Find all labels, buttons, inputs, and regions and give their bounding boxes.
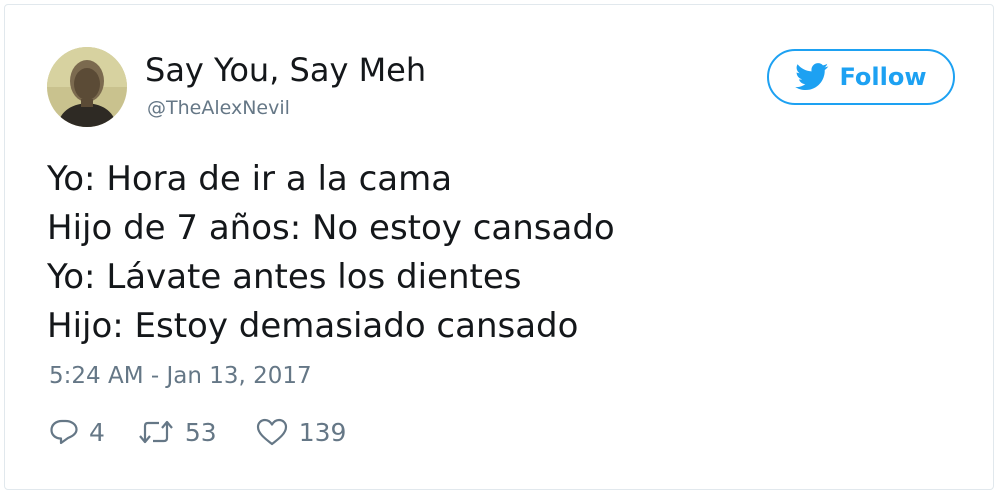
tweet-card: Say You, Say Meh @TheAlexNevil Follow Yo… xyxy=(4,4,994,490)
author-handle[interactable]: @TheAlexNevil xyxy=(147,97,290,119)
tweet-line: Hijo de 7 años: No estoy cansado xyxy=(47,208,615,248)
heart-icon xyxy=(256,418,287,446)
follow-label: Follow xyxy=(839,63,927,91)
reply-count: 4 xyxy=(89,417,105,447)
retweet-icon xyxy=(139,420,173,444)
tweet-text: Yo: Hora de ir a la cama Hijo de 7 años:… xyxy=(47,155,615,351)
reply-button[interactable]: 4 xyxy=(49,417,105,447)
reply-icon xyxy=(50,419,78,445)
tweet-timestamp[interactable]: 5:24 AM - Jan 13, 2017 xyxy=(49,363,312,389)
follow-button[interactable]: Follow xyxy=(767,49,955,105)
like-count: 139 xyxy=(298,417,347,447)
author-display-name[interactable]: Say You, Say Meh xyxy=(145,51,426,89)
tweet-line: Hijo: Estoy demasiado cansado xyxy=(47,306,579,346)
tweet-actions: 4 53 139 xyxy=(49,417,346,447)
retweet-button[interactable]: 53 xyxy=(137,418,217,447)
like-button[interactable]: 139 xyxy=(255,417,347,447)
avatar[interactable] xyxy=(47,47,127,127)
twitter-bird-icon xyxy=(795,63,829,91)
tweet-line: Yo: Lávate antes los dientes xyxy=(47,257,522,297)
retweet-count: 53 xyxy=(184,417,217,447)
tweet-line: Yo: Hora de ir a la cama xyxy=(47,159,453,199)
